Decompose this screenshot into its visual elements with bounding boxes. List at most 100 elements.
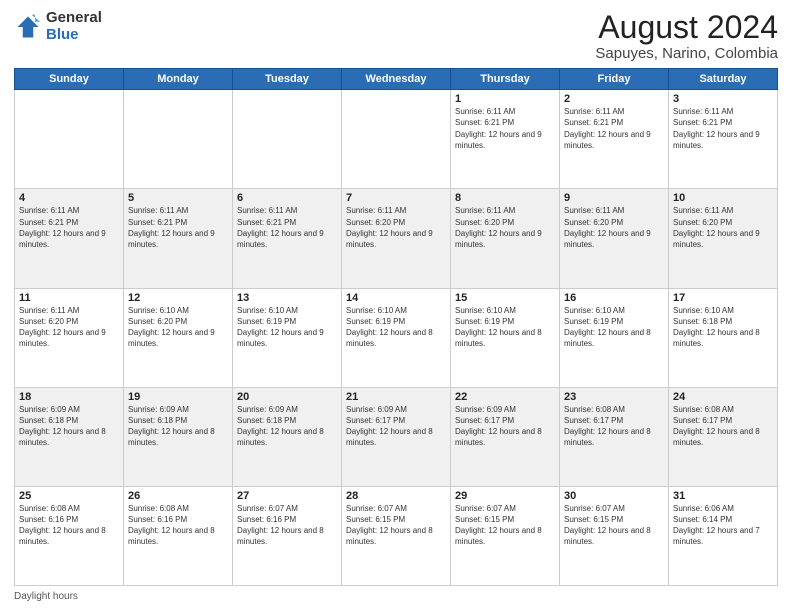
day-info: Sunrise: 6:09 AM Sunset: 6:18 PM Dayligh… <box>19 404 119 449</box>
day-number: 5 <box>128 192 228 204</box>
day-header-sunday: Sunday <box>15 69 124 90</box>
day-cell: 6Sunrise: 6:11 AM Sunset: 6:21 PM Daylig… <box>233 189 342 288</box>
day-info: Sunrise: 6:06 AM Sunset: 6:14 PM Dayligh… <box>673 503 773 548</box>
day-info: Sunrise: 6:07 AM Sunset: 6:15 PM Dayligh… <box>346 503 446 548</box>
day-number: 24 <box>673 391 773 403</box>
day-cell: 1Sunrise: 6:11 AM Sunset: 6:21 PM Daylig… <box>451 90 560 189</box>
day-number: 14 <box>346 292 446 304</box>
day-number: 19 <box>128 391 228 403</box>
week-row-4: 25Sunrise: 6:08 AM Sunset: 6:16 PM Dayli… <box>15 486 778 585</box>
logo: General Blue <box>14 10 102 43</box>
day-header-thursday: Thursday <box>451 69 560 90</box>
day-info: Sunrise: 6:11 AM Sunset: 6:21 PM Dayligh… <box>237 205 337 250</box>
header-row: SundayMondayTuesdayWednesdayThursdayFrid… <box>15 69 778 90</box>
day-number: 22 <box>455 391 555 403</box>
day-cell: 3Sunrise: 6:11 AM Sunset: 6:21 PM Daylig… <box>669 90 778 189</box>
day-cell: 26Sunrise: 6:08 AM Sunset: 6:16 PM Dayli… <box>124 486 233 585</box>
day-number: 16 <box>564 292 664 304</box>
day-info: Sunrise: 6:09 AM Sunset: 6:18 PM Dayligh… <box>128 404 228 449</box>
header: General Blue August 2024 Sapuyes, Narino… <box>14 10 778 62</box>
day-info: Sunrise: 6:10 AM Sunset: 6:19 PM Dayligh… <box>346 305 446 350</box>
day-info: Sunrise: 6:10 AM Sunset: 6:19 PM Dayligh… <box>455 305 555 350</box>
day-cell: 16Sunrise: 6:10 AM Sunset: 6:19 PM Dayli… <box>560 288 669 387</box>
day-info: Sunrise: 6:09 AM Sunset: 6:17 PM Dayligh… <box>346 404 446 449</box>
week-row-1: 4Sunrise: 6:11 AM Sunset: 6:21 PM Daylig… <box>15 189 778 288</box>
day-number: 13 <box>237 292 337 304</box>
day-cell: 31Sunrise: 6:06 AM Sunset: 6:14 PM Dayli… <box>669 486 778 585</box>
day-cell: 17Sunrise: 6:10 AM Sunset: 6:18 PM Dayli… <box>669 288 778 387</box>
day-number: 6 <box>237 192 337 204</box>
week-row-2: 11Sunrise: 6:11 AM Sunset: 6:20 PM Dayli… <box>15 288 778 387</box>
day-cell: 25Sunrise: 6:08 AM Sunset: 6:16 PM Dayli… <box>15 486 124 585</box>
day-info: Sunrise: 6:10 AM Sunset: 6:18 PM Dayligh… <box>673 305 773 350</box>
day-cell: 18Sunrise: 6:09 AM Sunset: 6:18 PM Dayli… <box>15 387 124 486</box>
day-number: 30 <box>564 490 664 502</box>
day-info: Sunrise: 6:09 AM Sunset: 6:18 PM Dayligh… <box>237 404 337 449</box>
day-info: Sunrise: 6:07 AM Sunset: 6:16 PM Dayligh… <box>237 503 337 548</box>
day-info: Sunrise: 6:10 AM Sunset: 6:20 PM Dayligh… <box>128 305 228 350</box>
day-cell <box>342 90 451 189</box>
day-cell: 30Sunrise: 6:07 AM Sunset: 6:15 PM Dayli… <box>560 486 669 585</box>
day-info: Sunrise: 6:08 AM Sunset: 6:16 PM Dayligh… <box>128 503 228 548</box>
day-cell <box>124 90 233 189</box>
day-info: Sunrise: 6:11 AM Sunset: 6:20 PM Dayligh… <box>455 205 555 250</box>
day-cell: 13Sunrise: 6:10 AM Sunset: 6:19 PM Dayli… <box>233 288 342 387</box>
day-info: Sunrise: 6:11 AM Sunset: 6:20 PM Dayligh… <box>673 205 773 250</box>
day-cell: 7Sunrise: 6:11 AM Sunset: 6:20 PM Daylig… <box>342 189 451 288</box>
calendar-subtitle: Sapuyes, Narino, Colombia <box>595 45 778 62</box>
day-cell: 21Sunrise: 6:09 AM Sunset: 6:17 PM Dayli… <box>342 387 451 486</box>
day-number: 10 <box>673 192 773 204</box>
day-number: 9 <box>564 192 664 204</box>
day-number: 25 <box>19 490 119 502</box>
day-info: Sunrise: 6:08 AM Sunset: 6:16 PM Dayligh… <box>19 503 119 548</box>
day-cell: 9Sunrise: 6:11 AM Sunset: 6:20 PM Daylig… <box>560 189 669 288</box>
calendar-table: SundayMondayTuesdayWednesdayThursdayFrid… <box>14 68 778 586</box>
day-header-friday: Friday <box>560 69 669 90</box>
day-number: 15 <box>455 292 555 304</box>
day-info: Sunrise: 6:09 AM Sunset: 6:17 PM Dayligh… <box>455 404 555 449</box>
day-info: Sunrise: 6:11 AM Sunset: 6:21 PM Dayligh… <box>455 106 555 151</box>
day-info: Sunrise: 6:11 AM Sunset: 6:21 PM Dayligh… <box>19 205 119 250</box>
day-number: 11 <box>19 292 119 304</box>
day-number: 26 <box>128 490 228 502</box>
day-cell: 4Sunrise: 6:11 AM Sunset: 6:21 PM Daylig… <box>15 189 124 288</box>
day-number: 4 <box>19 192 119 204</box>
day-info: Sunrise: 6:08 AM Sunset: 6:17 PM Dayligh… <box>564 404 664 449</box>
day-header-saturday: Saturday <box>669 69 778 90</box>
logo-blue-text: Blue <box>46 26 79 43</box>
day-number: 27 <box>237 490 337 502</box>
day-cell: 14Sunrise: 6:10 AM Sunset: 6:19 PM Dayli… <box>342 288 451 387</box>
day-number: 1 <box>455 93 555 105</box>
day-info: Sunrise: 6:11 AM Sunset: 6:20 PM Dayligh… <box>564 205 664 250</box>
day-cell: 5Sunrise: 6:11 AM Sunset: 6:21 PM Daylig… <box>124 189 233 288</box>
day-cell: 20Sunrise: 6:09 AM Sunset: 6:18 PM Dayli… <box>233 387 342 486</box>
day-info: Sunrise: 6:11 AM Sunset: 6:21 PM Dayligh… <box>673 106 773 151</box>
day-cell: 10Sunrise: 6:11 AM Sunset: 6:20 PM Dayli… <box>669 189 778 288</box>
day-number: 3 <box>673 93 773 105</box>
day-number: 23 <box>564 391 664 403</box>
day-header-monday: Monday <box>124 69 233 90</box>
day-info: Sunrise: 6:11 AM Sunset: 6:21 PM Dayligh… <box>564 106 664 151</box>
calendar-header: SundayMondayTuesdayWednesdayThursdayFrid… <box>15 69 778 90</box>
day-info: Sunrise: 6:11 AM Sunset: 6:20 PM Dayligh… <box>19 305 119 350</box>
day-info: Sunrise: 6:07 AM Sunset: 6:15 PM Dayligh… <box>455 503 555 548</box>
day-cell <box>233 90 342 189</box>
day-number: 28 <box>346 490 446 502</box>
day-cell: 15Sunrise: 6:10 AM Sunset: 6:19 PM Dayli… <box>451 288 560 387</box>
day-cell: 27Sunrise: 6:07 AM Sunset: 6:16 PM Dayli… <box>233 486 342 585</box>
day-info: Sunrise: 6:10 AM Sunset: 6:19 PM Dayligh… <box>237 305 337 350</box>
week-row-0: 1Sunrise: 6:11 AM Sunset: 6:21 PM Daylig… <box>15 90 778 189</box>
logo-general-text: General <box>46 9 102 26</box>
day-cell: 24Sunrise: 6:08 AM Sunset: 6:17 PM Dayli… <box>669 387 778 486</box>
day-cell: 12Sunrise: 6:10 AM Sunset: 6:20 PM Dayli… <box>124 288 233 387</box>
day-info: Sunrise: 6:11 AM Sunset: 6:20 PM Dayligh… <box>346 205 446 250</box>
daylight-label: Daylight hours <box>14 591 78 602</box>
day-cell: 29Sunrise: 6:07 AM Sunset: 6:15 PM Dayli… <box>451 486 560 585</box>
day-cell: 23Sunrise: 6:08 AM Sunset: 6:17 PM Dayli… <box>560 387 669 486</box>
day-number: 21 <box>346 391 446 403</box>
day-header-wednesday: Wednesday <box>342 69 451 90</box>
day-number: 20 <box>237 391 337 403</box>
day-info: Sunrise: 6:08 AM Sunset: 6:17 PM Dayligh… <box>673 404 773 449</box>
page: General Blue August 2024 Sapuyes, Narino… <box>0 0 792 612</box>
day-cell <box>15 90 124 189</box>
